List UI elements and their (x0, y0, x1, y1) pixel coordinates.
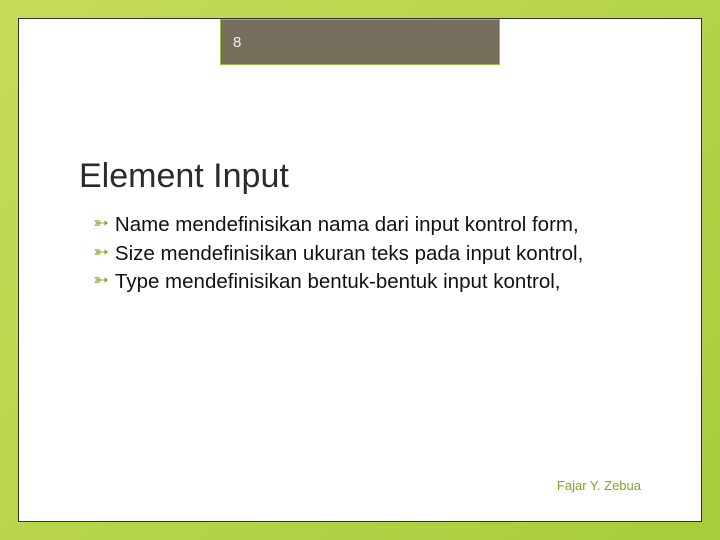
slide-number-box: 8 (220, 19, 500, 65)
bullet-text: Size mendefinisikan ukuran teks pada inp… (115, 240, 621, 268)
footer-author: Fajar Y. Zebua (557, 478, 641, 493)
slide-number: 8 (233, 34, 241, 51)
bullet-icon: ➳ (93, 268, 109, 294)
bullet-text: Name mendefinisikan nama dari input kont… (115, 211, 621, 239)
bullet-icon: ➳ (93, 240, 109, 266)
list-item: ➳ Name mendefinisikan nama dari input ko… (93, 211, 621, 239)
bullet-icon: ➳ (93, 211, 109, 237)
list-item: ➳ Type mendefinisikan bentuk-bentuk inpu… (93, 268, 621, 296)
list-item: ➳ Size mendefinisikan ukuran teks pada i… (93, 240, 621, 268)
bullet-text: Type mendefinisikan bentuk-bentuk input … (115, 268, 621, 296)
slide: 8 Element Input ➳ Name mendefinisikan na… (18, 18, 702, 522)
slide-title: Element Input (79, 157, 289, 196)
bullet-list: ➳ Name mendefinisikan nama dari input ko… (93, 211, 621, 297)
